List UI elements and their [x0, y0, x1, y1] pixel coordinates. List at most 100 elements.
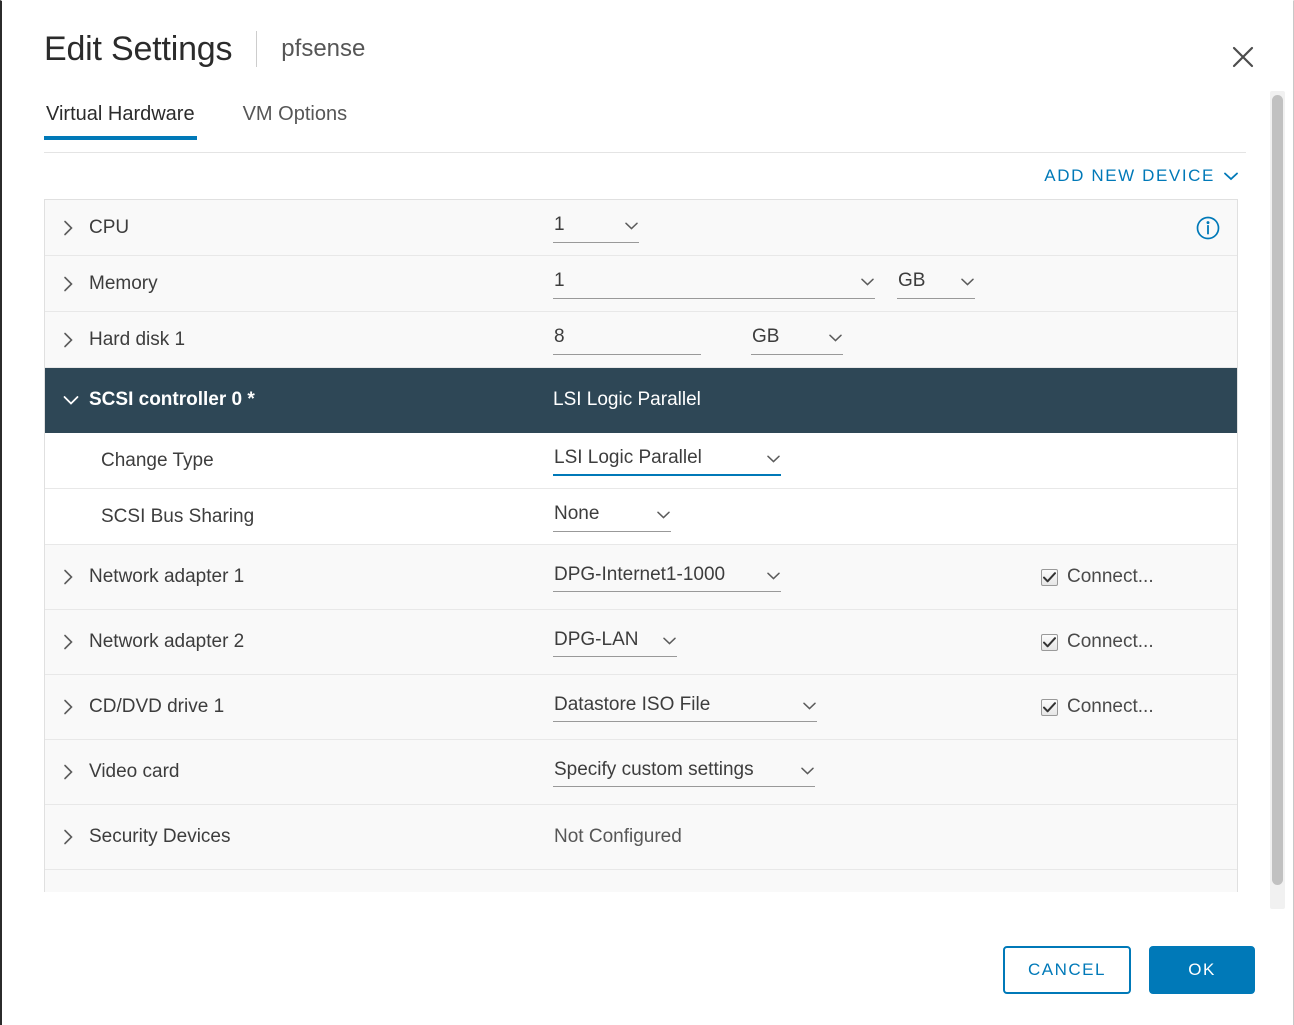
- add-new-device-button[interactable]: ADD NEW DEVICE: [1044, 166, 1238, 186]
- network-adapter-2-value: DPG-LAN: [554, 629, 638, 652]
- table-row[interactable]: Hard disk 1 8 GB: [45, 312, 1237, 368]
- network-adapter-2-connect-checkbox[interactable]: Connect...: [1041, 631, 1154, 653]
- row-label-change-type: Change Type: [45, 450, 553, 472]
- cancel-button[interactable]: CANCEL: [1003, 946, 1131, 994]
- close-icon[interactable]: [1223, 37, 1263, 77]
- chevron-right-icon[interactable]: [63, 764, 89, 780]
- ok-button[interactable]: OK: [1149, 946, 1255, 994]
- scsi-controller-0-value: LSI Logic Parallel: [553, 389, 701, 411]
- chevron-right-icon[interactable]: [63, 699, 89, 715]
- vm-name: pfsense: [281, 37, 365, 61]
- row-label-security-devices: Security Devices: [45, 826, 553, 848]
- chevron-right-icon[interactable]: [63, 634, 89, 650]
- chevron-down-icon: [803, 694, 816, 717]
- row-value-memory: 1 GB: [553, 268, 1237, 299]
- scsi-controller-0-label: SCSI controller 0 *: [89, 389, 255, 411]
- chevron-right-icon[interactable]: [63, 220, 89, 236]
- change-type-label: Change Type: [101, 450, 214, 472]
- tab-vm-options[interactable]: VM Options: [241, 97, 349, 140]
- video-card-value: Specify custom settings: [554, 759, 754, 782]
- ok-button-label: OK: [1188, 960, 1216, 980]
- hard-disk-1-label: Hard disk 1: [89, 329, 185, 351]
- row-value-scsi-controller-0: LSI Logic Parallel: [553, 389, 1237, 411]
- cd-dvd-drive-1-connect-label: Connect...: [1067, 696, 1154, 718]
- row-value-network-adapter-2: DPG-LAN: [553, 627, 1025, 658]
- video-card-select[interactable]: Specify custom settings: [553, 757, 815, 788]
- cpu-count-select[interactable]: 1: [553, 212, 639, 243]
- memory-unit-select[interactable]: GB: [897, 268, 975, 299]
- checkbox-checked-icon: [1041, 699, 1058, 716]
- hard-disk-size-value: 8: [554, 326, 565, 349]
- memory-size-select[interactable]: 1: [553, 268, 875, 299]
- cd-dvd-drive-1-label: CD/DVD drive 1: [89, 696, 224, 718]
- cd-dvd-drive-1-connect-checkbox[interactable]: Connect...: [1041, 696, 1154, 718]
- chevron-right-icon[interactable]: [63, 569, 89, 585]
- change-type-value: LSI Logic Parallel: [554, 447, 702, 470]
- chevron-right-icon[interactable]: [63, 332, 89, 348]
- change-type-select[interactable]: LSI Logic Parallel: [553, 445, 781, 476]
- table-row[interactable]: Security Devices Not Configured: [45, 805, 1237, 870]
- vertical-scrollbar[interactable]: [1270, 91, 1285, 909]
- tab-virtual-hardware-label: Virtual Hardware: [46, 103, 195, 125]
- network-adapter-1-connect-cell: Connect...: [1025, 566, 1237, 588]
- hard-disk-unit-select[interactable]: GB: [751, 324, 843, 355]
- table-row[interactable]: Video card Specify custom settings: [45, 740, 1237, 805]
- tab-vm-options-label: VM Options: [243, 103, 347, 125]
- scsi-bus-sharing-select[interactable]: None: [553, 501, 671, 532]
- page-title: Edit Settings: [44, 32, 232, 66]
- network-adapter-1-select[interactable]: DPG-Internet1-1000: [553, 562, 781, 593]
- chevron-down-icon[interactable]: [63, 395, 89, 406]
- chevron-right-icon[interactable]: [63, 829, 89, 845]
- cpu-info-icon[interactable]: [1195, 215, 1221, 241]
- network-adapter-2-connect-cell: Connect...: [1025, 631, 1237, 653]
- chevron-down-icon: [767, 564, 780, 587]
- row-value-video-card: Specify custom settings: [553, 757, 1237, 788]
- network-adapter-2-label: Network adapter 2: [89, 631, 244, 653]
- row-label-memory: Memory: [45, 273, 553, 295]
- chevron-down-icon: [625, 214, 638, 237]
- scsi-bus-sharing-label: SCSI Bus Sharing: [101, 506, 254, 528]
- table-row[interactable]: Change Type LSI Logic Parallel: [45, 433, 1237, 489]
- network-adapter-2-select[interactable]: DPG-LAN: [553, 627, 677, 658]
- row-value-cpu: 1: [553, 212, 1195, 243]
- table-row[interactable]: SCSI Bus Sharing None: [45, 489, 1237, 545]
- tab-virtual-hardware[interactable]: Virtual Hardware: [44, 97, 197, 140]
- chevron-down-icon: [663, 629, 676, 652]
- security-devices-label: Security Devices: [89, 826, 231, 848]
- hard-disk-size-input[interactable]: 8: [553, 324, 701, 355]
- row-label-scsi-controller-0: SCSI controller 0 *: [45, 389, 553, 411]
- table-row[interactable]: VMCI device: [45, 870, 1237, 892]
- network-adapter-1-connect-checkbox[interactable]: Connect...: [1041, 566, 1154, 588]
- table-row-selected[interactable]: SCSI controller 0 * LSI Logic Parallel: [45, 368, 1237, 433]
- memory-size-value: 1: [554, 270, 565, 293]
- row-value-network-adapter-1: DPG-Internet1-1000: [553, 562, 1025, 593]
- table-row[interactable]: CD/DVD drive 1 Datastore ISO File Connec…: [45, 675, 1237, 740]
- tab-bar-divider: [44, 152, 1246, 153]
- row-value-change-type: LSI Logic Parallel: [553, 445, 1237, 476]
- chevron-down-icon: [657, 503, 670, 526]
- table-row[interactable]: Network adapter 2 DPG-LAN Connect...: [45, 610, 1237, 675]
- table-row[interactable]: Network adapter 1 DPG-Internet1-1000 Con…: [45, 545, 1237, 610]
- row-label-network-adapter-1: Network adapter 1: [45, 566, 553, 588]
- cancel-button-label: CANCEL: [1028, 960, 1106, 980]
- row-value-security-devices: Not Configured: [553, 826, 1237, 848]
- cpu-count-value: 1: [554, 214, 565, 237]
- network-adapter-2-connect-label: Connect...: [1067, 631, 1154, 653]
- scsi-bus-sharing-value: None: [554, 503, 599, 526]
- row-label-scsi-bus-sharing: SCSI Bus Sharing: [45, 506, 553, 528]
- row-value-hard-disk-1: 8 GB: [553, 324, 1237, 355]
- network-adapter-1-value: DPG-Internet1-1000: [554, 564, 725, 587]
- vmci-device-label: VMCI device: [89, 891, 197, 892]
- table-row[interactable]: CPU 1: [45, 200, 1237, 256]
- table-row[interactable]: Memory 1 GB: [45, 256, 1237, 312]
- chevron-right-icon[interactable]: [63, 276, 89, 292]
- scrollbar-thumb[interactable]: [1272, 95, 1283, 885]
- row-value-scsi-bus-sharing: None: [553, 501, 1237, 532]
- title-separator: [256, 31, 257, 67]
- cpu-label: CPU: [89, 217, 129, 239]
- dialog-header: Edit Settings pfsense: [2, 1, 1293, 97]
- memory-unit-value: GB: [898, 270, 925, 293]
- chevron-down-icon: [767, 447, 780, 470]
- row-label-cpu: CPU: [45, 217, 553, 239]
- cd-dvd-drive-1-select[interactable]: Datastore ISO File: [553, 692, 817, 723]
